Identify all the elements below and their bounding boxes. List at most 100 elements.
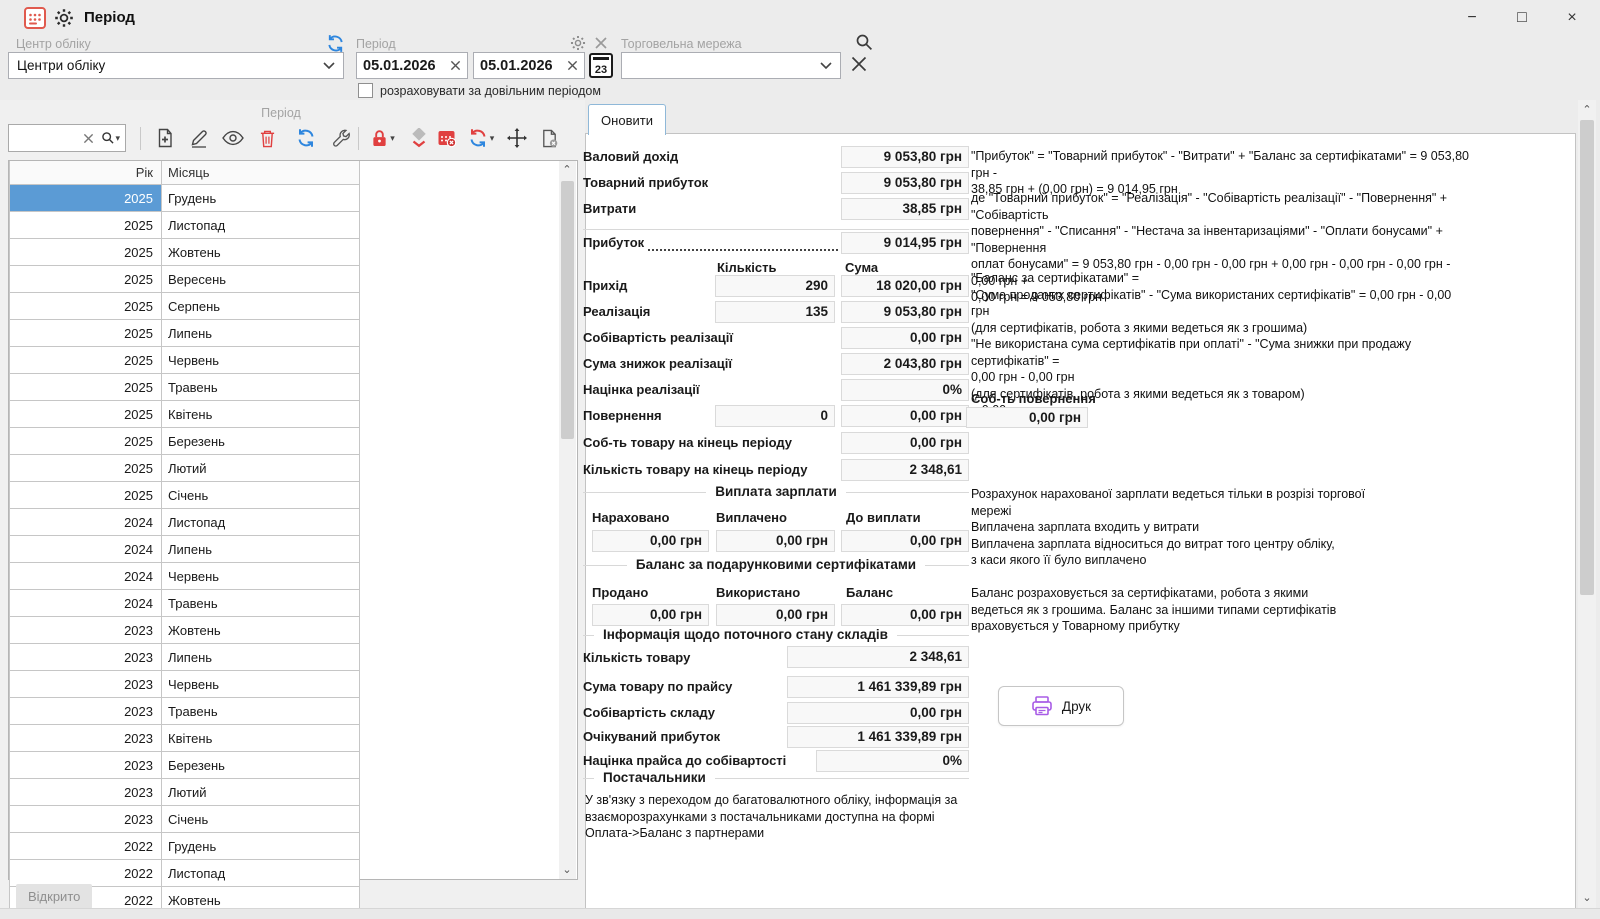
month-cell[interactable]: Жовтень xyxy=(162,239,360,266)
year-cell[interactable]: 2023 xyxy=(10,617,162,644)
month-cell[interactable]: Жовтень xyxy=(162,617,360,644)
period-clear-icon[interactable] xyxy=(594,36,608,50)
month-cell[interactable]: Травень xyxy=(162,590,360,617)
month-cell[interactable]: Лютий xyxy=(162,455,360,482)
year-cell[interactable]: 2025 xyxy=(10,320,162,347)
year-cell[interactable]: 2023 xyxy=(10,671,162,698)
table-row[interactable]: 2022Листопад xyxy=(10,860,360,887)
recalculate-button[interactable]: ▾ xyxy=(462,124,500,152)
month-cell[interactable]: Червень xyxy=(162,347,360,374)
year-cell[interactable]: 2023 xyxy=(10,806,162,833)
center-select[interactable]: Центри обліку xyxy=(8,52,344,79)
table-row[interactable]: 2024Листопад xyxy=(10,509,360,536)
table-row[interactable]: 2023Червень xyxy=(10,671,360,698)
month-cell[interactable]: Липень xyxy=(162,536,360,563)
date-from-input[interactable]: 05.01.2026 xyxy=(356,52,468,79)
table-row[interactable]: 2025Липень xyxy=(10,320,360,347)
table-row[interactable]: 2025Листопад xyxy=(10,212,360,239)
custom-period-checkbox[interactable] xyxy=(358,83,373,98)
table-row[interactable]: 2025Січень xyxy=(10,482,360,509)
search-options-caret-icon[interactable]: ▾ xyxy=(115,133,120,144)
scroll-up-icon[interactable]: ⌃ xyxy=(1579,105,1595,115)
year-cell[interactable]: 2023 xyxy=(10,752,162,779)
year-cell[interactable]: 2025 xyxy=(10,455,162,482)
date-to-clear-icon[interactable] xyxy=(567,60,578,71)
year-cell[interactable]: 2025 xyxy=(10,374,162,401)
table-row[interactable]: 2023Лютий xyxy=(10,779,360,806)
year-cell[interactable]: 2025 xyxy=(10,239,162,266)
table-row[interactable]: 2023Липень xyxy=(10,644,360,671)
table-row[interactable]: 2024Липень xyxy=(10,536,360,563)
year-cell[interactable]: 2025 xyxy=(10,212,162,239)
maximize-button[interactable]: □ xyxy=(1505,4,1539,31)
year-cell[interactable]: 2023 xyxy=(10,698,162,725)
year-cell[interactable]: 2025 xyxy=(10,401,162,428)
table-row[interactable]: 2025Жовтень xyxy=(10,239,360,266)
month-cell[interactable]: Лютий xyxy=(162,779,360,806)
month-cell[interactable]: Листопад xyxy=(162,509,360,536)
table-row[interactable]: 2023Жовтень xyxy=(10,617,360,644)
search-clear-icon[interactable] xyxy=(83,133,94,144)
table-row[interactable]: 2025Березень xyxy=(10,428,360,455)
year-cell[interactable]: 2022 xyxy=(10,833,162,860)
year-cell[interactable]: 2025 xyxy=(10,293,162,320)
view-record-button[interactable] xyxy=(218,124,248,152)
scroll-down-icon[interactable]: ⌄ xyxy=(1579,893,1595,903)
month-cell[interactable]: Квітень xyxy=(162,401,360,428)
delete-record-button[interactable] xyxy=(252,124,282,152)
year-cell[interactable]: 2023 xyxy=(10,779,162,806)
add-record-button[interactable] xyxy=(150,124,180,152)
year-cell[interactable]: 2023 xyxy=(10,725,162,752)
table-row[interactable]: 2024Червень xyxy=(10,563,360,590)
month-cell[interactable]: Листопад xyxy=(162,860,360,887)
edit-record-button[interactable] xyxy=(184,124,214,152)
network-clear-icon[interactable] xyxy=(850,55,868,73)
refresh-list-button[interactable] xyxy=(291,124,321,152)
lock-period-button[interactable]: ▾ xyxy=(364,124,402,152)
month-cell[interactable]: Березень xyxy=(162,752,360,779)
print-button[interactable]: Друк xyxy=(998,686,1124,726)
move-button[interactable] xyxy=(502,124,532,152)
scroll-down-icon[interactable]: ⌄ xyxy=(559,865,575,875)
date-to-input[interactable]: 05.01.2026 xyxy=(473,52,585,79)
network-search-icon[interactable] xyxy=(855,33,873,51)
month-cell[interactable]: Липень xyxy=(162,644,360,671)
month-cell[interactable]: Червень xyxy=(162,671,360,698)
collapse-button[interactable] xyxy=(404,124,434,152)
year-cell[interactable]: 2023 xyxy=(10,644,162,671)
table-row[interactable]: 2023Березень xyxy=(10,752,360,779)
year-cell[interactable]: 2025 xyxy=(10,185,162,212)
column-header-month[interactable]: Місяць xyxy=(162,161,360,185)
table-row[interactable]: 2024Травень xyxy=(10,590,360,617)
month-cell[interactable]: Квітень xyxy=(162,725,360,752)
year-cell[interactable]: 2025 xyxy=(10,428,162,455)
year-cell[interactable]: 2024 xyxy=(10,563,162,590)
year-cell[interactable]: 2024 xyxy=(10,509,162,536)
column-header-year[interactable]: Рік xyxy=(10,161,162,185)
table-scrollbar-thumb[interactable] xyxy=(561,181,574,439)
period-settings-icon[interactable] xyxy=(570,35,586,51)
delete-period-button[interactable] xyxy=(432,124,462,152)
search-icon[interactable] xyxy=(101,131,115,145)
month-cell[interactable]: Грудень xyxy=(162,185,360,212)
month-cell[interactable]: Вересень xyxy=(162,266,360,293)
refresh-center-icon[interactable] xyxy=(326,34,345,53)
table-row[interactable]: 2025Травень xyxy=(10,374,360,401)
table-row[interactable]: 2025Вересень xyxy=(10,266,360,293)
status-badge[interactable]: Відкрито xyxy=(16,884,92,909)
main-scrollbar-thumb[interactable] xyxy=(1580,120,1594,595)
table-row[interactable]: 2025Грудень xyxy=(10,185,360,212)
year-cell[interactable]: 2025 xyxy=(10,266,162,293)
month-cell[interactable]: Березень xyxy=(162,428,360,455)
close-button[interactable]: × xyxy=(1555,4,1589,31)
table-row[interactable]: 2025Квітень xyxy=(10,401,360,428)
table-scrollbar[interactable]: ⌃ ⌄ xyxy=(559,161,576,879)
table-row[interactable]: 2025Червень xyxy=(10,347,360,374)
month-cell[interactable]: Серпень xyxy=(162,293,360,320)
month-cell[interactable]: Листопад xyxy=(162,212,360,239)
scroll-up-icon[interactable]: ⌃ xyxy=(559,165,575,175)
year-cell[interactable]: 2024 xyxy=(10,590,162,617)
year-cell[interactable]: 2022 xyxy=(10,860,162,887)
year-cell[interactable]: 2025 xyxy=(10,482,162,509)
year-cell[interactable]: 2025 xyxy=(10,347,162,374)
